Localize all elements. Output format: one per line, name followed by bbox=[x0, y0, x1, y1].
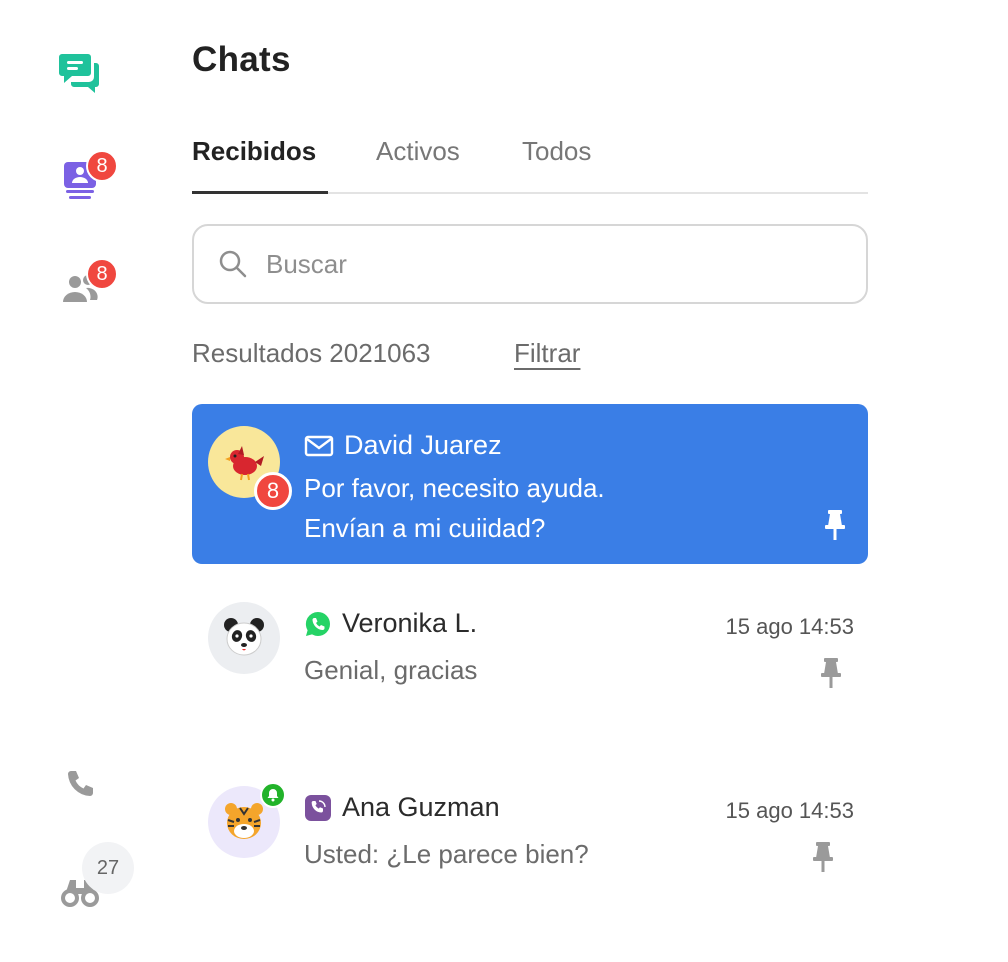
message-preview: Genial, gracias bbox=[304, 650, 477, 690]
message-preview-line: Por favor, necesito ayuda. bbox=[304, 473, 605, 503]
whatsapp-icon bbox=[305, 611, 330, 636]
pin-icon[interactable] bbox=[810, 840, 836, 874]
tab-bar: Recibidos Activos Todos bbox=[192, 136, 868, 194]
inbox-badge: 8 bbox=[86, 150, 118, 182]
sidebar-item-chats[interactable] bbox=[56, 48, 104, 96]
sidebar: 8 8 27 bbox=[0, 0, 160, 962]
message-preview: Usted: ¿Le parece bien? bbox=[304, 834, 589, 874]
avatar bbox=[208, 602, 280, 674]
sidebar-item-calls[interactable] bbox=[56, 760, 104, 808]
active-tab-indicator bbox=[192, 191, 328, 194]
message-preview-line: Envían a mi cuiidad? bbox=[304, 513, 546, 543]
pin-icon[interactable] bbox=[818, 656, 844, 690]
viber-icon bbox=[305, 794, 331, 821]
chat-header: Ana Guzman bbox=[304, 792, 500, 823]
panda-icon bbox=[224, 618, 264, 656]
tab-activos[interactable]: Activos bbox=[376, 136, 460, 181]
visitors-badge: 27 bbox=[82, 842, 134, 894]
message-preview-line: Genial, gracias bbox=[304, 655, 478, 685]
tab-recibidos[interactable]: Recibidos bbox=[192, 136, 316, 181]
timestamp: 15 ago 14:53 bbox=[725, 798, 854, 823]
contact-name: Veronika L. bbox=[342, 608, 478, 638]
chat-item-ana-guzman[interactable]: Ana Guzman 15 ago 14:53 Usted: ¿Le parec… bbox=[192, 764, 868, 914]
unread-badge: 8 bbox=[254, 472, 292, 510]
contact-name: David Juarez bbox=[344, 430, 502, 460]
chat-header: David Juarez bbox=[304, 430, 502, 461]
sidebar-item-visitors[interactable]: 27 bbox=[56, 842, 134, 916]
page-title: Chats bbox=[192, 40, 291, 79]
contacts-badge: 8 bbox=[86, 258, 118, 290]
bell-icon bbox=[260, 782, 286, 808]
sidebar-item-contacts[interactable]: 8 bbox=[56, 258, 118, 312]
avatar bbox=[208, 782, 286, 858]
timestamp: 15 ago 14:53 bbox=[725, 614, 854, 639]
message-preview: Por favor, necesito ayuda. Envían a mi c… bbox=[304, 468, 605, 548]
chat-item-veronika[interactable]: Veronika L. 15 ago 14:53 Genial, gracias bbox=[192, 580, 868, 730]
search-box[interactable] bbox=[192, 224, 868, 304]
tiger-icon bbox=[225, 803, 263, 839]
mail-icon bbox=[304, 435, 334, 456]
chat-header: Veronika L. bbox=[304, 608, 477, 639]
results-count: Resultados 2021063 bbox=[192, 338, 431, 368]
filter-link[interactable]: Filtrar bbox=[514, 338, 580, 369]
message-preview-line: Usted: ¿Le parece bien? bbox=[304, 839, 589, 869]
contact-name: Ana Guzman bbox=[342, 792, 500, 822]
chat-item-david-juarez[interactable]: 8 David Juarez Por favor, necesito ayuda… bbox=[192, 404, 868, 564]
phone-icon bbox=[68, 771, 93, 796]
search-input[interactable] bbox=[264, 247, 828, 281]
avatar: 8 bbox=[208, 426, 292, 510]
sidebar-item-inbox[interactable]: 8 bbox=[56, 150, 118, 204]
tab-todos[interactable]: Todos bbox=[522, 136, 591, 181]
pin-icon[interactable] bbox=[822, 508, 848, 542]
search-icon bbox=[218, 249, 248, 279]
chat-bubbles-icon bbox=[59, 54, 99, 93]
